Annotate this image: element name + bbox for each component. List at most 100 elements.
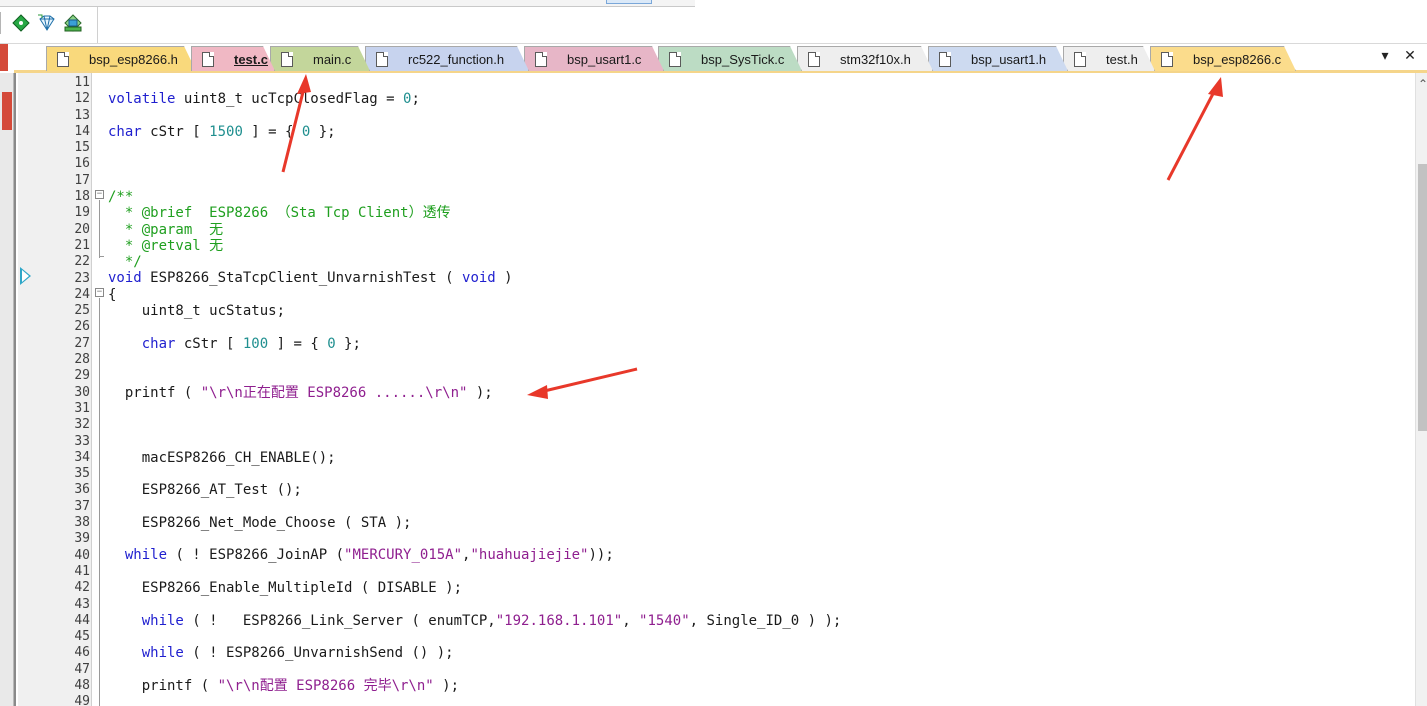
line-number: 32 [74,417,90,433]
fold-end [99,256,104,257]
tab-bsp-esp8266-c[interactable]: bsp_esp8266.c [1150,46,1296,71]
code-editor[interactable]: 11 12 13 14 15 16 17 18 19 20 21 22 23 24 25 26 27 28 29 30… [14,73,1427,706]
tab-label: test.c [234,51,268,67]
file-icon [1161,52,1173,67]
tab-test-c[interactable]: test.c [191,46,275,71]
line-number-gutter: 11 12 13 14 15 16 17 18 19 20 21 22 23 24 25 26 27 28 29 30… [18,73,92,706]
code-line-14: char cStr [ 1500 ] = { 0 }; [108,124,336,140]
code-line-36: ESP8266_AT_Test (); [108,482,302,498]
left-window-margin [0,73,14,706]
scroll-up-icon[interactable]: ⌃ [1417,78,1427,91]
tab-label: bsp_SysTick.c [701,51,785,67]
line-number: 42 [74,580,90,596]
line-number: 19 [74,205,90,221]
tab-label: rc522_function.h [408,51,505,67]
top-strip [0,0,1427,44]
line-number: 21 [74,237,90,253]
file-icon [376,52,388,67]
code-line-25: uint8_t ucStatus; [108,303,286,319]
tab-label: bsp_usart1.c [567,51,642,67]
line-number: 36 [74,482,90,498]
line-number: 13 [74,107,90,123]
tab-test-h[interactable]: test.h [1063,46,1155,71]
line-number: 18 [74,189,90,205]
line-number: 33 [74,433,90,449]
line-number: 27 [74,335,90,351]
line-number: 46 [74,645,90,661]
code-text[interactable]: volatile uint8_t ucTcpClosedFlag = 0; ch… [108,75,841,694]
code-line-34: macESP8266_CH_ENABLE(); [108,450,336,466]
line-number: 31 [74,400,90,416]
code-line-27: char cStr [ 100 ] = { 0 }; [141,336,361,352]
line-number: 24 [74,286,90,302]
line-number: 39 [74,531,90,547]
scrollbar-thumb[interactable] [1418,164,1427,431]
tab-label: test.h [1106,51,1138,67]
line-number: 44 [74,612,90,628]
current-line-arrow-icon [20,267,31,285]
line-number: 40 [74,547,90,563]
code-line-30: printf ( "\r\n正在配置 ESP8266 ......\r\n" )… [108,385,493,401]
tab-dropdown-icon[interactable]: ▾ [1376,47,1394,64]
line-numbers: 11 12 13 14 15 16 17 18 19 20 21 22 23 24 25 26 27 28 29 30… [18,75,90,706]
line-number: 28 [74,352,90,368]
line-number: 20 [74,221,90,237]
code-line-40: while ( ! ESP8266_JoinAP ("MERCURY_015A"… [124,547,614,563]
fold-collapse-icon[interactable]: − [95,288,104,297]
tab-label: bsp_esp8266.c [1193,51,1282,67]
tab-rc522-function-h[interactable]: rc522_function.h [365,46,529,71]
tab-stm32f10x-h[interactable]: stm32f10x.h [797,46,933,71]
component-icon[interactable] [60,11,86,35]
file-icon [57,52,69,67]
file-icon [1074,52,1086,67]
code-line-23: void ESP8266_StaTcpClient_UnvarnishTest … [108,270,513,286]
tab-close-icon[interactable]: ✕ [1401,47,1419,64]
line-number: 29 [74,368,90,384]
file-icon [939,52,951,67]
fold-collapse-icon[interactable]: − [95,190,104,199]
tab-bsp-esp8266-h[interactable]: bsp_esp8266.h [46,46,196,71]
line-number: 34 [74,449,90,465]
line-number: 37 [74,498,90,514]
code-line-12: volatile uint8_t ucTcpClosedFlag = 0; [108,91,420,107]
tab-bsp-usart1-c[interactable]: bsp_usart1.c [524,46,664,71]
code-line-19: * @brief ESP8266 （Sta Tcp Client）透传 [108,205,451,221]
line-number: 12 [74,91,90,107]
code-line-42: ESP8266_Enable_MultipleId ( DISABLE ); [108,580,463,596]
toolbar-separator [0,12,2,34]
top-field[interactable] [606,0,652,4]
tab-main-c[interactable]: main.c [270,46,370,71]
line-number: 49 [74,694,90,706]
toolbar-divider [97,7,98,44]
toolbar [0,10,100,36]
tab-bsp-systick-c[interactable]: bsp_SysTick.c [658,46,802,71]
diamond-outline-icon[interactable] [34,11,60,35]
fold-line [99,298,100,706]
code-line-44: while ( ! ESP8266_Link_Server ( enumTCP,… [141,613,842,629]
line-number: 14 [74,123,90,139]
line-number: 38 [74,515,90,531]
file-icon [202,52,214,67]
line-number: 47 [74,661,90,677]
tab-bsp-usart1-h[interactable]: bsp_usart1.h [928,46,1068,71]
file-icon [669,52,681,67]
line-number: 30 [74,384,90,400]
code-line-46: while ( ! ESP8266_UnvarnishSend () ); [141,645,454,661]
line-number: 48 [74,677,90,693]
vertical-scrollbar[interactable]: ⌃ [1415,73,1427,706]
line-number: 26 [74,319,90,335]
line-number: 35 [74,466,90,482]
diamond-green-icon[interactable] [8,11,34,35]
window-edge-marker [2,92,12,130]
tab-label: main.c [313,51,352,67]
line-number: 45 [74,629,90,645]
line-number: 11 [74,75,90,90]
top-menu-remnant [0,0,695,7]
tab-label: bsp_usart1.h [971,51,1047,67]
file-icon [808,52,820,67]
line-number: 17 [74,172,90,188]
tab-bar-left-marker [0,44,8,71]
tab-label: bsp_esp8266.h [89,51,178,67]
file-icon [535,52,547,67]
line-number: 25 [74,303,90,319]
